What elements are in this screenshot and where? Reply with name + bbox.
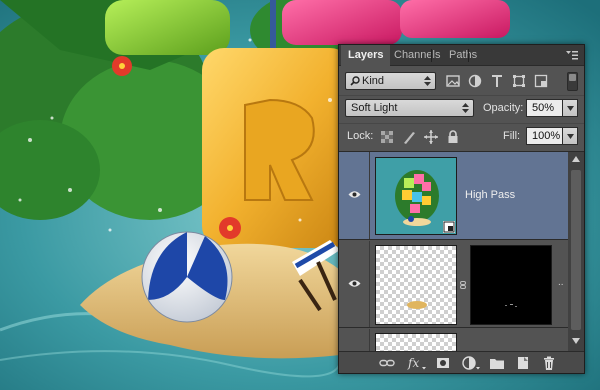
tab-channels[interactable]: Channels bbox=[387, 45, 447, 66]
layer-overflow-dots: .. bbox=[558, 277, 564, 288]
panel-tab-bar: Layers Channels Paths bbox=[339, 45, 584, 66]
scroll-up-arrow-icon[interactable] bbox=[572, 156, 580, 162]
dropdown-arrows-icon bbox=[424, 76, 431, 86]
filter-shape-layers-icon[interactable] bbox=[511, 73, 527, 89]
blend-mode-value: Soft Light bbox=[351, 102, 398, 114]
layer-visibility-toggle[interactable] bbox=[339, 329, 370, 351]
lock-transparent-pixels-icon[interactable] bbox=[379, 129, 395, 145]
fill-slider-button[interactable] bbox=[562, 127, 578, 145]
fill-input[interactable]: 100% bbox=[526, 127, 563, 145]
thumbnail-sand-shape bbox=[407, 301, 427, 309]
eye-icon bbox=[348, 191, 361, 198]
tab-divider bbox=[468, 49, 469, 62]
filter-pixel-layers-icon[interactable] bbox=[445, 73, 461, 89]
layer-name: High Pass bbox=[465, 189, 516, 201]
lock-row: Lock: Fill: 100% bbox=[339, 123, 584, 149]
new-layer-icon[interactable] bbox=[515, 355, 531, 371]
fill-label: Fill: bbox=[503, 130, 521, 142]
tab-divider bbox=[431, 49, 432, 62]
layer-thumbnail bbox=[375, 157, 457, 235]
blend-row: Soft Light Opacity: 50% bbox=[339, 95, 584, 121]
layers-bottom-toolbar: fx bbox=[339, 351, 584, 373]
fx-icon[interactable]: fx bbox=[407, 355, 427, 371]
filter-kind-dropdown[interactable]: Kind bbox=[345, 72, 436, 90]
chevron-down-icon bbox=[567, 106, 574, 111]
search-icon bbox=[350, 76, 360, 86]
filter-smart-objects-icon[interactable] bbox=[533, 73, 549, 89]
filter-kind-label: Kind bbox=[362, 75, 385, 87]
tab-paths[interactable]: Paths bbox=[442, 45, 484, 66]
scroll-thumb[interactable] bbox=[571, 170, 581, 330]
new-group-icon[interactable] bbox=[489, 355, 505, 371]
lock-label: Lock: bbox=[347, 130, 374, 142]
scroll-down-arrow-icon[interactable] bbox=[572, 338, 580, 344]
layer-list-scrollbar[interactable] bbox=[568, 152, 584, 351]
opacity-label: Opacity: bbox=[483, 102, 524, 114]
filter-adjustment-layers-icon[interactable] bbox=[467, 73, 483, 89]
tab-layers[interactable]: Layers bbox=[341, 45, 391, 66]
mask-detail bbox=[505, 304, 517, 307]
layer-list[interactable]: High Pass .. bbox=[339, 151, 584, 351]
layer-row-high-pass[interactable]: High Pass bbox=[339, 152, 568, 240]
blend-mode-dropdown[interactable]: Soft Light bbox=[345, 99, 474, 117]
filter-type-layers-icon[interactable] bbox=[489, 73, 505, 89]
link-layers-icon[interactable] bbox=[379, 355, 395, 371]
delete-layer-icon[interactable] bbox=[541, 355, 557, 371]
lock-position-icon[interactable] bbox=[423, 129, 439, 145]
layer-row-masked[interactable]: .. bbox=[339, 241, 568, 328]
filter-toggle-switch[interactable] bbox=[567, 72, 578, 91]
panel-menu-icon[interactable] bbox=[566, 51, 578, 60]
dropdown-arrows-icon bbox=[462, 103, 469, 113]
layer-row-partial[interactable] bbox=[339, 329, 568, 351]
svg-text:fx: fx bbox=[407, 356, 419, 370]
layer-visibility-toggle[interactable] bbox=[339, 152, 370, 239]
layer-thumbnail bbox=[375, 245, 457, 325]
chevron-down-icon bbox=[567, 134, 574, 139]
layer-thumbnail bbox=[375, 333, 457, 351]
lock-all-icon[interactable] bbox=[445, 129, 461, 145]
opacity-input[interactable]: 50% bbox=[526, 99, 563, 117]
filter-row: Kind bbox=[339, 69, 584, 93]
smart-object-badge-icon bbox=[443, 221, 455, 233]
layer-visibility-toggle[interactable] bbox=[339, 241, 370, 327]
eye-icon bbox=[348, 280, 361, 287]
mask-link-icon[interactable] bbox=[460, 281, 466, 289]
add-mask-icon[interactable] bbox=[435, 355, 451, 371]
adjustment-layer-icon[interactable] bbox=[461, 355, 481, 371]
opacity-slider-button[interactable] bbox=[562, 99, 578, 117]
layer-mask-thumbnail[interactable] bbox=[470, 245, 552, 325]
layers-panel: Layers Channels Paths Kind Soft Light Op… bbox=[338, 44, 585, 374]
lock-image-pixels-icon[interactable] bbox=[401, 129, 417, 145]
